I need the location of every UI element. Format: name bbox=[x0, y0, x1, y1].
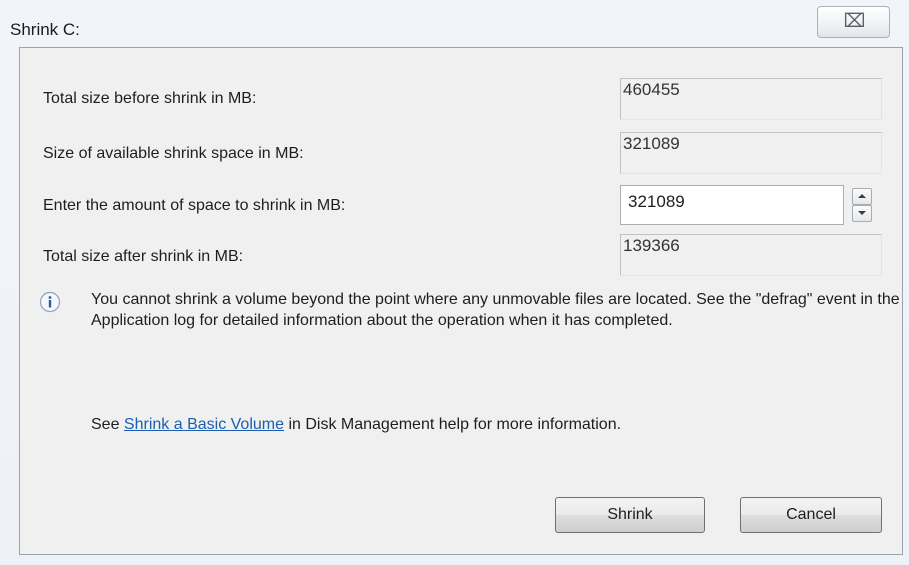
available-shrink-space-value: 321089 bbox=[623, 134, 680, 153]
help-suffix: in Disk Management help for more informa… bbox=[284, 416, 622, 433]
shrink-amount-input[interactable]: 321089 bbox=[620, 185, 844, 225]
spin-up-button[interactable] bbox=[852, 188, 872, 205]
total-size-after-value: 139366 bbox=[623, 236, 680, 255]
shrink-basic-volume-link[interactable]: Shrink a Basic Volume bbox=[124, 416, 284, 433]
total-size-before-label: Total size before shrink in MB: bbox=[43, 90, 257, 107]
total-size-before-field: 460455 bbox=[620, 78, 882, 120]
shrink-amount-value: 321089 bbox=[628, 192, 685, 211]
content-panel: Total size before shrink in MB: 460455 S… bbox=[19, 47, 903, 555]
shrink-dialog: Shrink C: ⌧ Total size before shrink in … bbox=[0, 0, 909, 565]
close-icon: ⌧ bbox=[843, 10, 866, 32]
title-bar: Shrink C: ⌧ bbox=[0, 0, 909, 48]
info-message: You cannot shrink a volume beyond the po… bbox=[91, 291, 900, 329]
cancel-button[interactable]: Cancel bbox=[740, 497, 882, 533]
total-size-before-value: 460455 bbox=[623, 80, 680, 99]
info-icon bbox=[39, 291, 61, 313]
available-shrink-space-label: Size of available shrink space in MB: bbox=[43, 145, 304, 162]
dialog-title: Shrink C: bbox=[10, 20, 80, 39]
help-prefix: See bbox=[91, 416, 124, 433]
close-button[interactable]: ⌧ bbox=[817, 6, 890, 38]
shrink-button[interactable]: Shrink bbox=[555, 497, 705, 533]
help-line: See Shrink a Basic Volume in Disk Manage… bbox=[91, 416, 621, 434]
arrow-up-icon bbox=[858, 194, 866, 198]
shrink-amount-label: Enter the amount of space to shrink in M… bbox=[43, 197, 346, 214]
spin-down-button[interactable] bbox=[852, 205, 872, 222]
available-shrink-space-field: 321089 bbox=[620, 132, 882, 174]
arrow-down-icon bbox=[858, 211, 866, 215]
total-size-after-field: 139366 bbox=[620, 234, 882, 276]
total-size-after-label: Total size after shrink in MB: bbox=[43, 248, 244, 265]
